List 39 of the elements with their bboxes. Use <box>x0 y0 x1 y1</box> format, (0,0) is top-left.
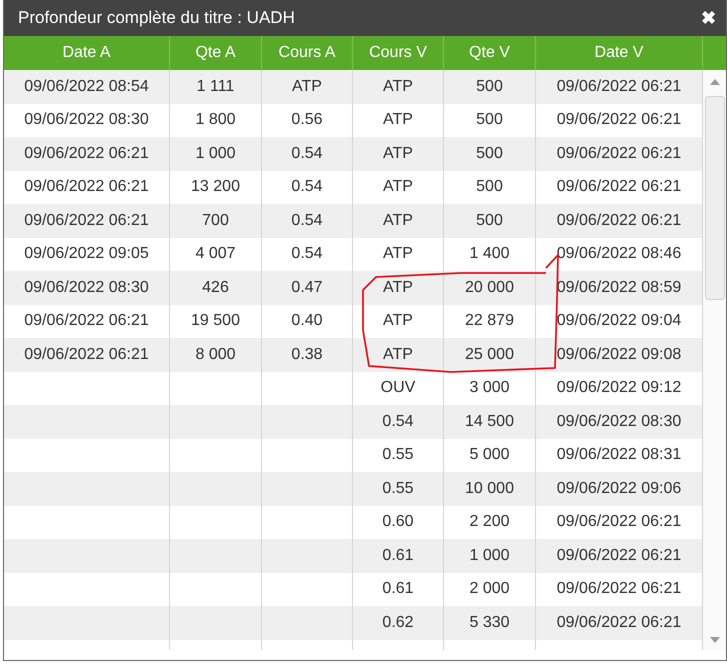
table-cell: 0.54 <box>353 405 444 438</box>
table-cell: 10 000 <box>444 472 536 506</box>
scroll-up-icon[interactable] <box>708 78 720 86</box>
table-cell: 0.62 <box>353 606 444 640</box>
table-cell: ATP <box>353 271 444 304</box>
table-cell: ATP <box>353 70 444 104</box>
table-cell: 500 <box>444 70 536 104</box>
close-button[interactable]: ✖ <box>701 9 716 27</box>
table-cell: ATP <box>353 137 444 170</box>
scrollbar[interactable] <box>703 70 726 650</box>
table-cell: 1 000 <box>444 539 536 572</box>
table-cell: 0.61 <box>353 539 444 572</box>
table-cell: 1 111 <box>170 70 262 104</box>
table-cell: 25 000 <box>444 338 536 372</box>
table-cell: 20 000 <box>444 271 536 304</box>
table-cell: 0.54 <box>262 204 353 238</box>
table-cell: 1 000 <box>170 137 262 170</box>
table-cell: ATP <box>353 338 444 372</box>
table-cell: 09/06/2022 06:21 <box>4 204 170 238</box>
table-cell: 09/06/2022 08:54 <box>4 70 170 104</box>
table-cell: 8 000 <box>170 338 262 372</box>
table-cell: 14 500 <box>444 405 536 438</box>
table-cell: ATP <box>262 70 353 104</box>
table-cell: 0.47 <box>262 271 353 304</box>
table-cell: 0.55 <box>353 472 444 506</box>
table-cell: 09/06/2022 06:21 <box>4 137 170 170</box>
scrollbar-thumb[interactable] <box>704 96 724 300</box>
table-cell: 426 <box>170 271 262 304</box>
table-cell: 09/06/2022 08:30 <box>4 271 170 304</box>
table-cell: 500 <box>444 137 536 170</box>
scroll-down-icon[interactable] <box>708 636 720 644</box>
table-cell: 0.38 <box>262 338 353 372</box>
table-cell: 09/06/2022 06:21 <box>4 338 170 372</box>
table-cell: 700 <box>170 204 262 238</box>
table-cell: ATP <box>353 204 444 238</box>
table-cell: 500 <box>444 204 536 238</box>
table-cell: 5 330 <box>444 606 536 640</box>
table-cell: 0.54 <box>262 137 353 170</box>
window-title: Profondeur complète du titre : UADH <box>18 8 295 28</box>
